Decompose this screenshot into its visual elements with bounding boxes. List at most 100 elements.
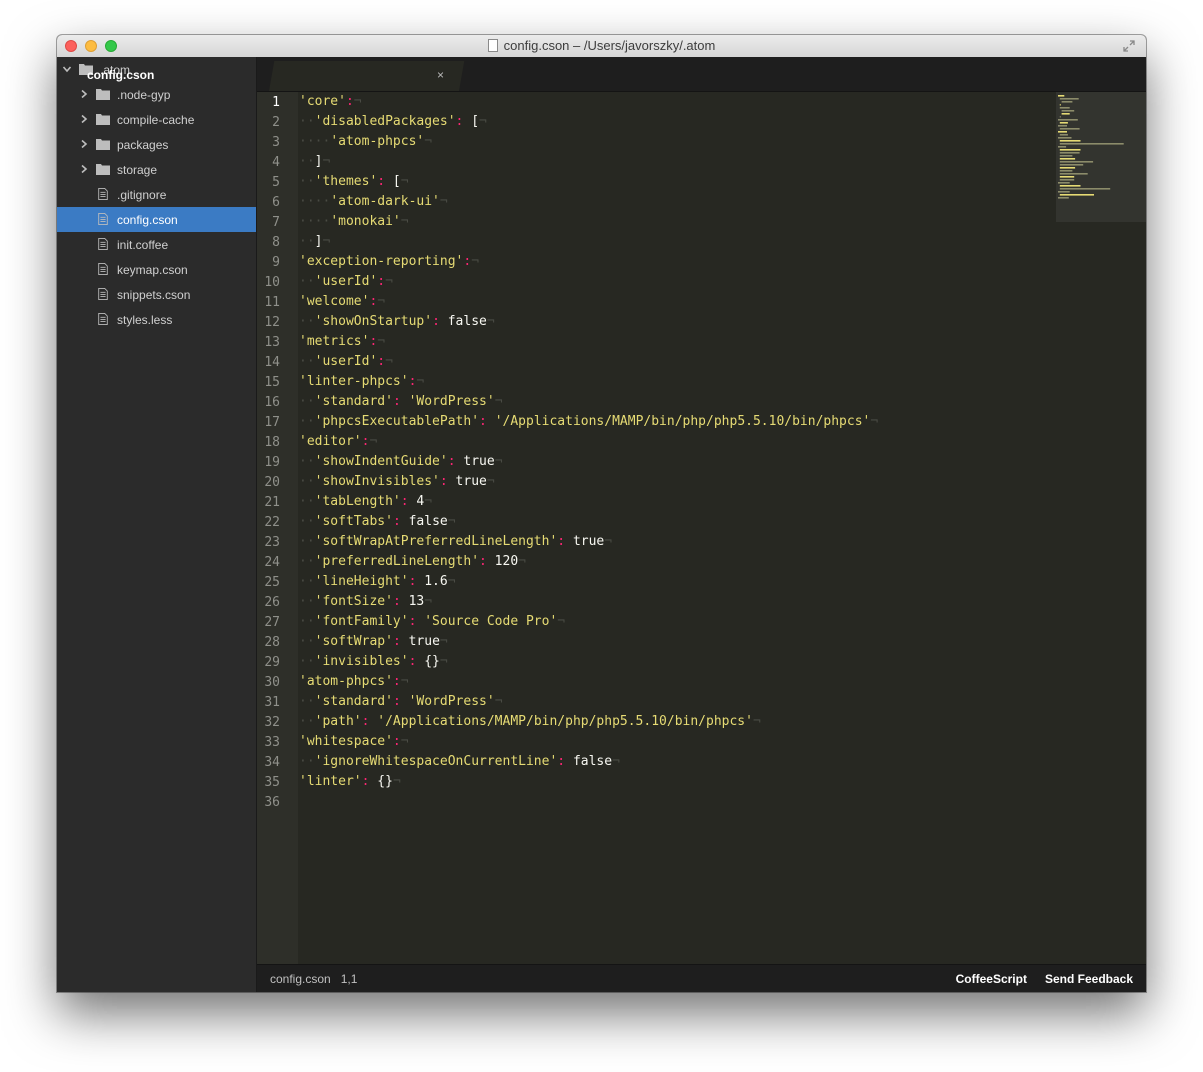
code-line[interactable]: ··'userId':¬ bbox=[299, 352, 393, 372]
line-number: 17 bbox=[264, 415, 280, 430]
code-line[interactable]: ··'invisibles': {}¬ bbox=[299, 652, 448, 672]
line-number-gutter: 1 2 3 4 5 6 7 8 9 10 11 12 13 14 15 16 17 18 19 20 21 22 23 24 2… bbox=[257, 92, 298, 965]
cursor-position[interactable]: 1,1 bbox=[341, 972, 358, 986]
status-right: CoffeeScript Send Feedback bbox=[938, 972, 1133, 986]
code-line[interactable]: 'welcome':¬ bbox=[299, 292, 385, 312]
tab-config[interactable] bbox=[269, 61, 465, 91]
tree-item-label: packages bbox=[117, 138, 169, 152]
code-line[interactable]: 'exception-reporting':¬ bbox=[299, 252, 479, 272]
line-number: 26 bbox=[264, 595, 280, 610]
send-feedback-link[interactable]: Send Feedback bbox=[1045, 972, 1133, 986]
code-line[interactable]: 'linter-phpcs':¬ bbox=[299, 372, 424, 392]
text-editor[interactable]: 1 2 3 4 5 6 7 8 9 10 11 12 13 14 15 16 17 18 19 20 21 22 23 24 2… bbox=[257, 92, 1146, 965]
file-icon bbox=[98, 263, 108, 275]
code-line[interactable]: ··'phpcsExecutablePath': '/Applications/… bbox=[299, 412, 878, 432]
line-number: 36 bbox=[264, 795, 280, 810]
file-icon bbox=[98, 313, 108, 325]
minimap-line bbox=[1059, 143, 1124, 145]
minimap-line bbox=[1061, 113, 1070, 115]
tree-file[interactable]: .gitignore bbox=[57, 182, 256, 207]
file-icon bbox=[98, 238, 108, 250]
minimap-line bbox=[1058, 191, 1070, 193]
tab-close-icon[interactable]: × bbox=[437, 68, 444, 82]
code-line[interactable]: ··'tabLength': 4¬ bbox=[299, 492, 432, 512]
code-line[interactable]: ··'showIndentGuide': true¬ bbox=[299, 452, 503, 472]
minimap-line bbox=[1059, 158, 1076, 160]
code-line[interactable]: ··'disabledPackages': [¬ bbox=[299, 112, 487, 132]
code-line[interactable]: ····'atom-phpcs'¬ bbox=[299, 132, 432, 152]
code-line[interactable]: ····'monokai'¬ bbox=[299, 212, 409, 232]
tree-file[interactable]: config.cson bbox=[57, 207, 256, 232]
line-number: 32 bbox=[264, 715, 280, 730]
tree-folder[interactable]: storage bbox=[57, 157, 256, 182]
line-number: 21 bbox=[264, 495, 280, 510]
code-line[interactable]: ····'atom-dark-ui'¬ bbox=[299, 192, 448, 212]
code-line[interactable]: ··'standard': 'WordPress'¬ bbox=[299, 692, 503, 712]
tree-file[interactable]: keymap.cson bbox=[57, 257, 256, 282]
code-line[interactable]: ··]¬ bbox=[299, 232, 330, 252]
minimap-line bbox=[1059, 140, 1081, 142]
code-line[interactable]: ··'lineHeight': 1.6¬ bbox=[299, 572, 456, 592]
tree-item-label: compile-cache bbox=[117, 113, 195, 127]
minimap-line bbox=[1058, 137, 1072, 139]
minimap-line bbox=[1059, 107, 1070, 109]
code-line[interactable]: 'atom-phpcs':¬ bbox=[299, 672, 409, 692]
line-number: 27 bbox=[264, 615, 280, 630]
folder-icon bbox=[96, 89, 110, 100]
code-line[interactable]: ··'fontFamily': 'Source Code Pro'¬ bbox=[299, 612, 565, 632]
code-line[interactable]: ··'fontSize': 13¬ bbox=[299, 592, 432, 612]
minimap-line bbox=[1059, 134, 1068, 136]
code-line[interactable]: ··'showOnStartup': false¬ bbox=[299, 312, 495, 332]
code-line[interactable]: ··'showInvisibles': true¬ bbox=[299, 472, 495, 492]
tree-folder[interactable]: .node-gyp bbox=[57, 82, 256, 107]
tab-label: config.cson bbox=[87, 68, 155, 82]
code-line[interactable]: ··]¬ bbox=[299, 152, 330, 172]
line-number: 12 bbox=[264, 315, 280, 330]
code-line[interactable]: ··'themes': [¬ bbox=[299, 172, 409, 192]
line-number: 34 bbox=[264, 755, 280, 770]
minimap-line bbox=[1059, 98, 1079, 100]
tree-item-label: .gitignore bbox=[117, 188, 167, 202]
folder-icon bbox=[96, 139, 110, 150]
line-number: 6 bbox=[272, 195, 280, 210]
code-line[interactable]: 'metrics':¬ bbox=[299, 332, 385, 352]
line-number: 13 bbox=[264, 335, 280, 350]
tree-folder[interactable]: compile-cache bbox=[57, 107, 256, 132]
file-icon bbox=[98, 213, 108, 225]
code-line[interactable]: ··'softWrap': true¬ bbox=[299, 632, 448, 652]
code-line[interactable]: ··'ignoreWhitespaceOnCurrentLine': false… bbox=[299, 752, 620, 772]
window-title-wrap: config.cson – /Users/javorszky/.atom bbox=[57, 38, 1146, 53]
tree-folder[interactable]: packages bbox=[57, 132, 256, 157]
status-left: config.cson 1,1 bbox=[270, 972, 357, 986]
tree-item-label: keymap.cson bbox=[117, 263, 188, 277]
tree-file[interactable]: init.coffee bbox=[57, 232, 256, 257]
minimap[interactable] bbox=[1056, 92, 1146, 222]
code-area[interactable]: 'core':¬ ··'disabledPackages': [¬ ····'ato… bbox=[299, 92, 1056, 965]
line-number: 2 bbox=[272, 115, 280, 130]
code-line[interactable]: 'core':¬ bbox=[299, 92, 362, 112]
code-line[interactable]: ··'preferredLineLength': 120¬ bbox=[299, 552, 526, 572]
document-icon bbox=[487, 39, 498, 52]
minimap-line bbox=[1058, 95, 1065, 97]
grammar-selector[interactable]: CoffeeScript bbox=[956, 972, 1027, 986]
line-number: 1 bbox=[272, 95, 280, 110]
tree-item-label: init.coffee bbox=[117, 238, 169, 252]
code-line[interactable]: 'whitespace':¬ bbox=[299, 732, 409, 752]
code-line[interactable]: ··'userId':¬ bbox=[299, 272, 393, 292]
line-number: 15 bbox=[264, 375, 280, 390]
minimap-line bbox=[1059, 152, 1080, 154]
code-line[interactable]: ··'softWrapAtPreferredLineLength': true¬ bbox=[299, 532, 612, 552]
code-line[interactable]: ··'standard': 'WordPress'¬ bbox=[299, 392, 503, 412]
status-bar: config.cson 1,1 CoffeeScript Send Feedback bbox=[257, 964, 1146, 992]
line-number: 33 bbox=[264, 735, 280, 750]
code-line[interactable]: ··'softTabs': false¬ bbox=[299, 512, 456, 532]
fullscreen-icon[interactable] bbox=[1122, 39, 1136, 53]
code-line[interactable]: 'editor':¬ bbox=[299, 432, 377, 452]
chevron-right-icon bbox=[81, 89, 88, 99]
code-line[interactable]: ··'path': '/Applications/MAMP/bin/php/ph… bbox=[299, 712, 761, 732]
tree-file[interactable]: styles.less bbox=[57, 307, 256, 332]
code-line[interactable]: 'linter': {}¬ bbox=[299, 772, 401, 792]
tree-file[interactable]: snippets.cson bbox=[57, 282, 256, 307]
tree-item-label: .node-gyp bbox=[117, 88, 171, 102]
status-file[interactable]: config.cson bbox=[270, 972, 331, 986]
